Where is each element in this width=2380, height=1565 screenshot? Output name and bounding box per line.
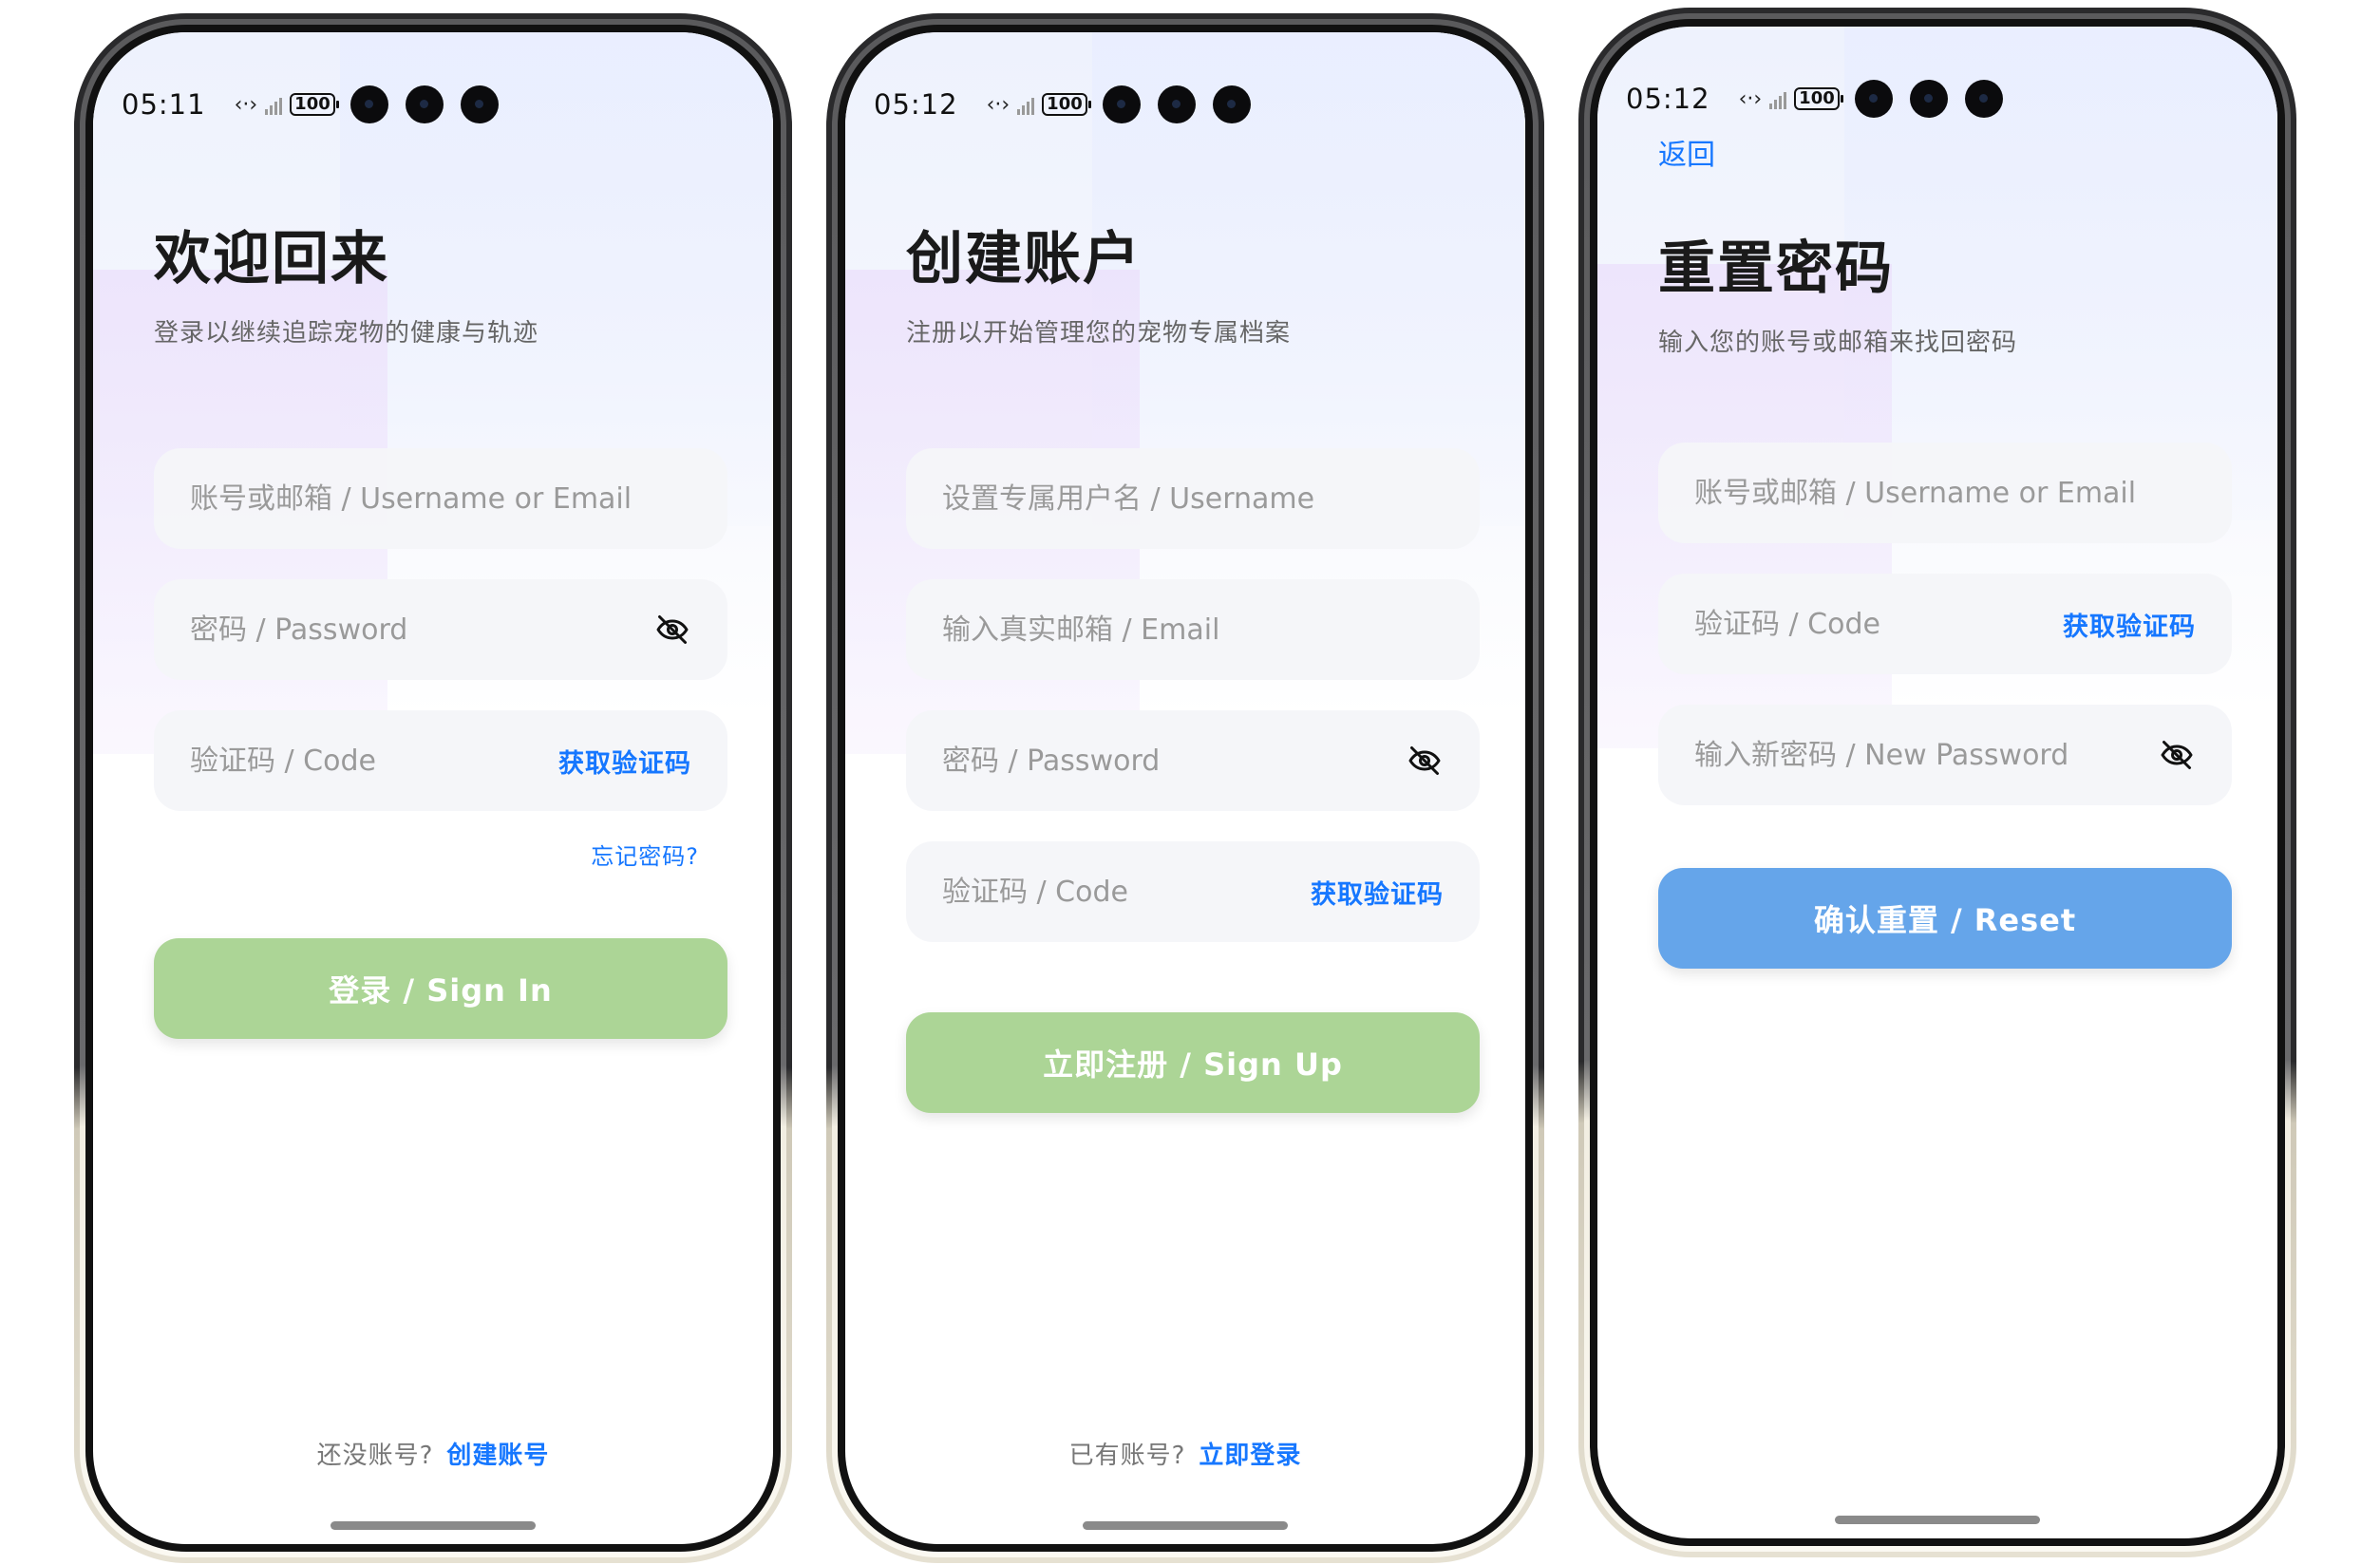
data-transfer-icon: ‹·› <box>234 92 258 117</box>
get-code-button[interactable]: 获取验证码 <box>558 743 691 780</box>
camera-cutout-icon <box>405 85 444 123</box>
code-input[interactable] <box>942 875 1311 909</box>
back-link[interactable]: 返回 <box>1658 131 1715 173</box>
username-field[interactable] <box>1658 443 2232 543</box>
new-password-input[interactable] <box>1694 738 2158 772</box>
status-bar: 05:12 ‹·› 100 <box>874 85 1251 123</box>
username-input[interactable] <box>190 481 691 516</box>
battery-icon: 100 <box>290 93 339 116</box>
sign-in-button[interactable]: 登录 / Sign In <box>154 938 727 1039</box>
password-field[interactable] <box>906 710 1480 811</box>
login-prompt-text: 已有账号? <box>1068 1442 1186 1470</box>
camera-cutout-icon <box>460 85 499 123</box>
camera-cutout-icon <box>1102 85 1141 123</box>
new-password-field[interactable] <box>1658 705 2232 805</box>
code-field[interactable]: 获取验证码 <box>154 710 727 811</box>
cell-signal-icon <box>265 94 283 115</box>
eye-off-icon[interactable] <box>1406 742 1444 780</box>
status-time: 05:12 <box>1626 83 1710 115</box>
battery-icon: 100 <box>1794 87 1843 110</box>
reset-screen: 05:12 ‹·› 100 返回 重置密码 输入您的账号或邮箱来找回密码 获取验… <box>1597 27 2277 1538</box>
camera-cutout-icon <box>1854 80 1893 118</box>
battery-icon: 100 <box>1042 93 1091 116</box>
status-bar: 05:11 ‹·› 100 <box>122 85 499 123</box>
code-input[interactable] <box>190 744 558 778</box>
email-input[interactable] <box>942 613 1444 647</box>
data-transfer-icon: ‹·› <box>1738 86 1763 111</box>
reset-button[interactable]: 确认重置 / Reset <box>1658 868 2232 969</box>
page-title: 创建账户 <box>906 226 1142 292</box>
code-field[interactable]: 获取验证码 <box>906 841 1480 942</box>
home-indicator[interactable] <box>1083 1521 1288 1530</box>
username-field[interactable] <box>154 448 727 549</box>
eye-off-icon[interactable] <box>653 611 691 649</box>
cell-signal-icon <box>1769 88 1787 109</box>
camera-cutout-icon <box>1157 85 1196 123</box>
status-bar: 05:12 ‹·› 100 <box>1626 80 2003 118</box>
status-time: 05:12 <box>874 88 958 121</box>
username-input[interactable] <box>1694 476 2196 510</box>
page-subtitle: 登录以继续追踪宠物的健康与轨迹 <box>154 319 539 348</box>
phone-login: 05:11 ‹·› 100 欢迎回来 登录以继续追踪宠物的健康与轨迹 账号或邮箱… <box>74 13 792 1563</box>
signup-prompt: 还没账号? 创建账号 <box>93 1436 773 1471</box>
sign-up-button[interactable]: 立即注册 / Sign Up <box>906 1012 1480 1113</box>
phone-reset: 05:12 ‹·› 100 返回 重置密码 输入您的账号或邮箱来找回密码 获取验… <box>1578 8 2296 1557</box>
camera-cutout-icon <box>1909 80 1948 118</box>
page-title: 欢迎回来 <box>154 226 389 292</box>
signup-prompt-text: 还没账号? <box>316 1442 434 1470</box>
password-field[interactable] <box>154 579 727 680</box>
home-indicator[interactable] <box>331 1521 536 1530</box>
username-input[interactable] <box>942 481 1444 516</box>
login-now-link[interactable]: 立即登录 <box>1199 1442 1301 1470</box>
page-title: 重置密码 <box>1658 236 1894 302</box>
page-subtitle: 输入您的账号或邮箱来找回密码 <box>1658 329 2018 357</box>
data-transfer-icon: ‹·› <box>986 92 1011 117</box>
login-screen: 05:11 ‹·› 100 欢迎回来 登录以继续追踪宠物的健康与轨迹 账号或邮箱… <box>93 32 773 1544</box>
eye-off-icon[interactable] <box>2158 736 2196 774</box>
forgot-password-link[interactable]: 忘记密码? <box>591 838 699 871</box>
password-input[interactable] <box>942 744 1406 778</box>
camera-cutout-icon <box>1212 85 1251 123</box>
cell-signal-icon <box>1017 94 1035 115</box>
get-code-button[interactable]: 获取验证码 <box>1311 874 1444 911</box>
camera-cutout-icon <box>1964 80 2003 118</box>
register-screen: 05:12 ‹·› 100 创建账户 注册以开始管理您的宠物专属档案 设置专属用… <box>845 32 1525 1544</box>
email-field[interactable] <box>906 579 1480 680</box>
home-indicator[interactable] <box>1835 1516 2040 1524</box>
create-account-link[interactable]: 创建账号 <box>446 1442 549 1470</box>
status-time: 05:11 <box>122 88 206 121</box>
password-input[interactable] <box>190 613 653 647</box>
get-code-button[interactable]: 获取验证码 <box>2063 606 2196 643</box>
username-field[interactable] <box>906 448 1480 549</box>
code-field[interactable]: 获取验证码 <box>1658 574 2232 674</box>
login-prompt: 已有账号? 立即登录 <box>845 1436 1525 1471</box>
code-input[interactable] <box>1694 607 2063 641</box>
phone-register: 05:12 ‹·› 100 创建账户 注册以开始管理您的宠物专属档案 设置专属用… <box>826 13 1544 1563</box>
camera-cutout-icon <box>349 85 388 123</box>
page-subtitle: 注册以开始管理您的宠物专属档案 <box>906 319 1292 348</box>
